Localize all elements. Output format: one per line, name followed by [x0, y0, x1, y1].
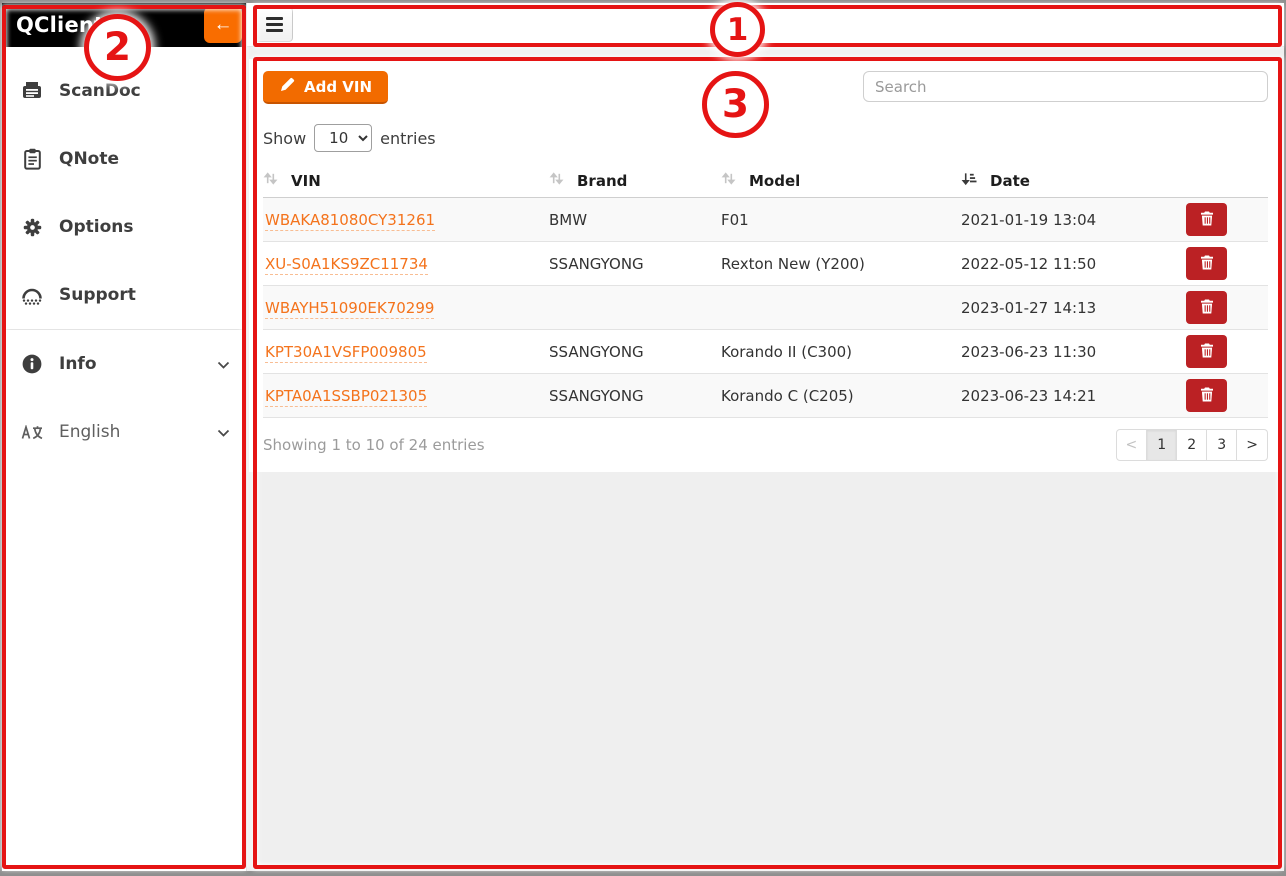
brand-cell: SSANGYONG [549, 343, 721, 361]
delete-button[interactable] [1186, 203, 1227, 236]
column-header-model[interactable]: Model [721, 171, 961, 190]
gear-icon [20, 217, 44, 238]
brand-cell: SSANGYONG [549, 387, 721, 405]
sidebar-item-language[interactable]: English [2, 398, 246, 466]
trash-icon [1200, 343, 1214, 361]
table-header-row: VIN Brand Model Date [263, 164, 1268, 198]
brand-cell: SSANGYONG [549, 255, 721, 273]
scanner-icon [20, 81, 44, 101]
entries-info-text: Showing 1 to 10 of 24 entries [263, 436, 485, 454]
delete-button[interactable] [1186, 379, 1227, 412]
pagination-page-3[interactable]: 3 [1207, 429, 1237, 461]
column-label: VIN [291, 172, 321, 190]
table-row: KPTA0A1SSBP021305 SSANGYONG Korando C (C… [263, 374, 1268, 418]
date-cell: 2022-05-12 11:50 [961, 255, 1176, 273]
app-title: QClients [2, 13, 117, 37]
sidebar-item-support[interactable]: Support [2, 261, 246, 329]
pencil-icon [279, 77, 295, 97]
info-icon [20, 354, 44, 374]
column-header-vin[interactable]: VIN [263, 171, 549, 190]
column-label: Model [749, 172, 800, 190]
model-cell: Korando II (C300) [721, 343, 961, 361]
show-label: Show [263, 129, 306, 148]
table-row: KPT30A1VSFP009805 SSANGYONG Korando II (… [263, 330, 1268, 374]
sidebar-nav: ScanDoc QNote Options Support [2, 47, 246, 466]
table-row: XU-S0A1KS9ZC11734 SSANGYONG Rexton New (… [263, 242, 1268, 286]
delete-button[interactable] [1186, 335, 1227, 368]
sidebar-item-label: Options [59, 217, 133, 237]
trash-icon [1200, 255, 1214, 273]
vin-link[interactable]: XU-S0A1KS9ZC11734 [265, 255, 428, 275]
table-body: WBAKA81080CY31261 BMW F01 2021-01-19 13:… [263, 198, 1268, 418]
sort-descending-icon [961, 171, 977, 190]
model-cell: Rexton New (Y200) [721, 255, 961, 273]
vin-link[interactable]: WBAYH51090EK70299 [265, 299, 434, 319]
chevron-down-icon [217, 423, 230, 442]
sidebar-item-label: Info [59, 354, 97, 374]
pagination-page-1[interactable]: 1 [1147, 429, 1177, 461]
hamburger-icon [266, 17, 283, 20]
vin-list-panel: Add VIN Show 10 entries VIN [249, 59, 1282, 472]
clipboard-icon [20, 148, 44, 170]
sidebar-collapse-button[interactable]: ← [204, 7, 242, 43]
trash-icon [1200, 211, 1214, 229]
pagination-page-2[interactable]: 2 [1177, 429, 1207, 461]
column-header-brand[interactable]: Brand [549, 171, 721, 190]
vin-link[interactable]: KPT30A1VSFP009805 [265, 343, 427, 363]
sidebar-item-qnote[interactable]: QNote [2, 125, 246, 193]
chevron-down-icon [217, 355, 230, 374]
model-cell: F01 [721, 211, 961, 229]
date-cell: 2023-01-27 14:13 [961, 299, 1176, 317]
sort-icon [721, 171, 736, 190]
delete-button[interactable] [1186, 291, 1227, 324]
column-header-date[interactable]: Date [961, 171, 1176, 190]
sidebar-item-label: QNote [59, 149, 119, 169]
delete-button[interactable] [1186, 247, 1227, 280]
vin-table: VIN Brand Model Date [263, 164, 1268, 418]
trash-icon [1200, 387, 1214, 405]
sidebar-item-options[interactable]: Options [2, 193, 246, 261]
pagination: < 1 2 3 > [1116, 429, 1268, 461]
sidebar-toggle-button[interactable] [255, 7, 293, 42]
sidebar: QClients ← ScanDoc QNote [2, 3, 247, 871]
support-icon [20, 286, 44, 305]
column-label: Date [990, 172, 1030, 190]
add-vin-label: Add VIN [304, 78, 372, 96]
vin-link[interactable]: WBAKA81080CY31261 [265, 211, 435, 231]
pagination-next-button[interactable]: > [1237, 429, 1268, 461]
date-cell: 2021-01-19 13:04 [961, 211, 1176, 229]
vin-link[interactable]: KPTA0A1SSBP021305 [265, 387, 427, 407]
sidebar-header: QClients ← [2, 3, 246, 47]
date-cell: 2023-06-23 11:30 [961, 343, 1176, 361]
sort-icon [549, 171, 564, 190]
entries-label: entries [380, 129, 435, 148]
pagination-prev-button[interactable]: < [1116, 429, 1148, 461]
app-window: QClients ← ScanDoc QNote [2, 3, 1284, 871]
arrow-left-icon: ← [214, 14, 233, 35]
column-label: Brand [577, 172, 627, 190]
brand-cell: BMW [549, 211, 721, 229]
language-icon [20, 425, 44, 440]
table-row: WBAKA81080CY31261 BMW F01 2021-01-19 13:… [263, 198, 1268, 242]
add-vin-button[interactable]: Add VIN [263, 71, 388, 104]
sidebar-item-info[interactable]: Info [2, 330, 246, 398]
sidebar-item-label: ScanDoc [59, 81, 141, 101]
sort-icon [263, 171, 278, 190]
sidebar-item-label: Support [59, 285, 136, 305]
trash-icon [1200, 299, 1214, 317]
date-cell: 2023-06-23 14:21 [961, 387, 1176, 405]
page-length-select[interactable]: 10 [314, 124, 372, 152]
table-row: WBAYH51090EK70299 2023-01-27 14:13 [263, 286, 1268, 330]
model-cell: Korando C (C205) [721, 387, 961, 405]
sidebar-item-label: English [59, 422, 120, 442]
search-input[interactable] [863, 71, 1268, 102]
topbar [247, 3, 1284, 47]
sidebar-item-scandoc[interactable]: ScanDoc [2, 57, 246, 125]
main-area: Add VIN Show 10 entries VIN [247, 3, 1284, 871]
